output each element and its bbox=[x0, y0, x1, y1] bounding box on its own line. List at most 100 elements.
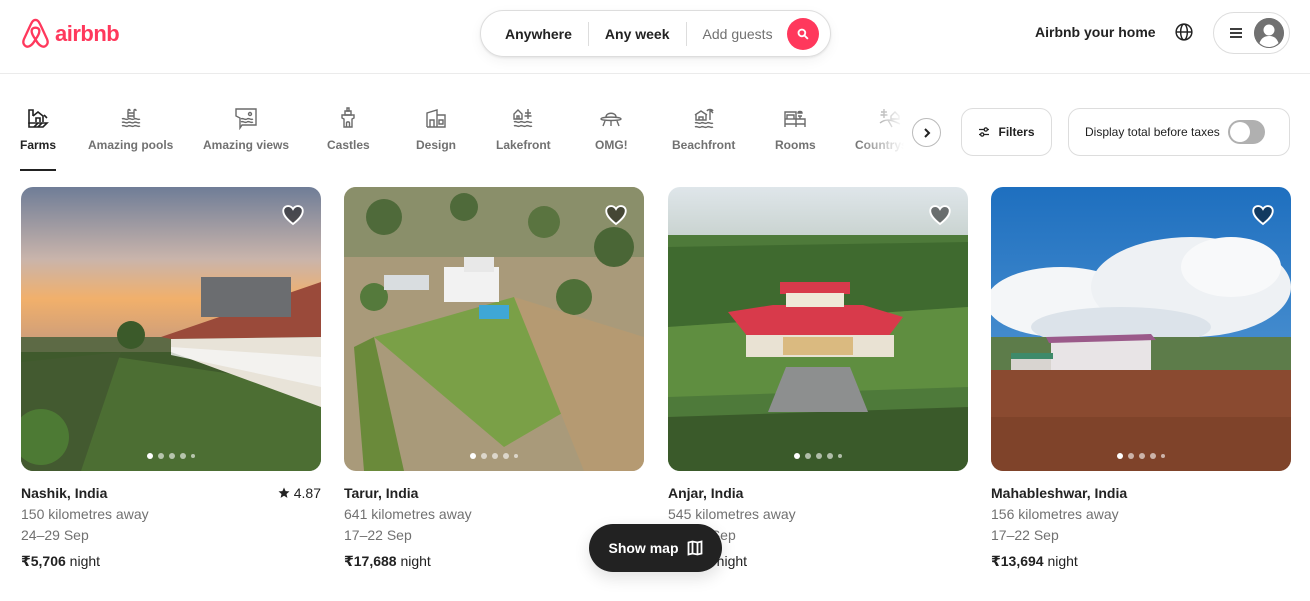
listing-photo-image bbox=[668, 187, 968, 471]
category-next-button[interactable] bbox=[912, 118, 941, 147]
category-amazing-pools[interactable]: Amazing pools bbox=[88, 106, 173, 171]
category-label: Farms bbox=[20, 138, 57, 152]
category-lakefront[interactable]: Lakefront bbox=[496, 106, 551, 171]
filters-label: Filters bbox=[998, 125, 1035, 139]
wishlist-heart-icon[interactable] bbox=[1251, 203, 1275, 227]
listing-photo[interactable] bbox=[991, 187, 1291, 471]
top-header: airbnb Anywhere Any week Add guests Airb… bbox=[0, 0, 1310, 74]
category-label: Lakefront bbox=[496, 138, 551, 152]
category-farms[interactable]: Farms bbox=[20, 106, 57, 171]
listing-card[interactable]: Anjar, India 545 kilometres away 17–22 S… bbox=[668, 187, 968, 570]
user-avatar-icon bbox=[1254, 18, 1284, 48]
pagination-dot[interactable] bbox=[169, 453, 175, 459]
search-submit-button[interactable] bbox=[786, 17, 819, 50]
pagination-dot[interactable] bbox=[503, 453, 509, 459]
pagination-dot[interactable] bbox=[191, 454, 195, 458]
pagination-dot[interactable] bbox=[492, 453, 498, 459]
user-menu-button[interactable] bbox=[1213, 12, 1290, 54]
search-bar[interactable]: Anywhere Any week Add guests bbox=[480, 10, 831, 57]
pagination-dot[interactable] bbox=[158, 453, 164, 459]
price-amount: ₹13,694 bbox=[991, 553, 1044, 569]
listing-distance: 150 kilometres away bbox=[21, 506, 149, 522]
ufo-icon bbox=[599, 106, 623, 130]
listing-distance: 156 kilometres away bbox=[991, 506, 1119, 522]
listing-card[interactable]: Mahableshwar, India 156 kilometres away … bbox=[991, 187, 1291, 570]
host-your-home-link[interactable]: Airbnb your home bbox=[1035, 24, 1156, 40]
pagination-dot[interactable] bbox=[147, 453, 153, 459]
listing-dates: 17–22 Sep bbox=[991, 527, 1059, 543]
category-label: Rooms bbox=[775, 138, 816, 152]
category-label: Amazing pools bbox=[88, 138, 174, 152]
category-bar: Farms Amazing pools Amazing views Castle… bbox=[0, 96, 945, 176]
listing-card[interactable]: Tarur, India 641 kilometres away 17–22 S… bbox=[344, 187, 644, 570]
pagination-dot[interactable] bbox=[805, 453, 811, 459]
pagination-dot[interactable] bbox=[514, 454, 518, 458]
listing-card[interactable]: Nashik, India 4.87 150 kilometres away 2… bbox=[21, 187, 321, 570]
rooms-icon bbox=[783, 106, 807, 130]
search-where-button[interactable]: Anywhere bbox=[481, 26, 588, 42]
pagination-dot[interactable] bbox=[470, 453, 476, 459]
pagination-dot[interactable] bbox=[1117, 453, 1123, 459]
search-guests-button[interactable]: Add guests bbox=[687, 26, 783, 42]
listing-photo[interactable] bbox=[344, 187, 644, 471]
listing-photo[interactable] bbox=[668, 187, 968, 471]
listing-photo-image bbox=[21, 187, 321, 471]
listing-distance: 641 kilometres away bbox=[344, 506, 472, 522]
wishlist-heart-icon[interactable] bbox=[928, 203, 952, 227]
pagination-dot[interactable] bbox=[794, 453, 800, 459]
airbnb-logo[interactable]: airbnb bbox=[20, 17, 120, 50]
category-amazing-views[interactable]: Amazing views bbox=[203, 106, 289, 171]
display-total-toggle-container: Display total before taxes bbox=[1068, 108, 1290, 156]
listing-title: Anjar, India bbox=[668, 485, 744, 501]
category-castles[interactable]: Castles bbox=[327, 106, 370, 171]
listing-title: Nashik, India bbox=[21, 485, 108, 501]
show-map-button[interactable]: Show map bbox=[589, 524, 722, 572]
listing-distance: 545 kilometres away bbox=[668, 506, 796, 522]
pagination-dot[interactable] bbox=[816, 453, 822, 459]
pagination-dot[interactable] bbox=[1161, 454, 1165, 458]
listing-title: Mahableshwar, India bbox=[991, 485, 1128, 501]
photo-pagination-dots bbox=[1117, 453, 1165, 459]
price-amount: ₹17,688 bbox=[344, 553, 397, 569]
listing-rating: 4.87 bbox=[278, 485, 321, 501]
display-total-label: Display total before taxes bbox=[1085, 125, 1220, 139]
pagination-dot[interactable] bbox=[827, 453, 833, 459]
category-rooms[interactable]: Rooms bbox=[775, 106, 816, 171]
castle-icon bbox=[336, 106, 360, 130]
photo-pagination-dots bbox=[794, 453, 842, 459]
pagination-dot[interactable] bbox=[1150, 453, 1156, 459]
category-omg[interactable]: OMG! bbox=[595, 106, 628, 171]
listing-price: ₹5,706 night bbox=[21, 553, 321, 570]
search-when-button[interactable]: Any week bbox=[589, 26, 686, 42]
show-map-label: Show map bbox=[608, 540, 679, 556]
pagination-dot[interactable] bbox=[180, 453, 186, 459]
filters-button[interactable]: Filters bbox=[961, 108, 1052, 156]
listing-photo-image bbox=[344, 187, 644, 471]
sliders-icon bbox=[979, 127, 990, 137]
display-total-toggle[interactable] bbox=[1227, 120, 1265, 144]
countryside-icon bbox=[878, 106, 902, 130]
globe-icon[interactable] bbox=[1175, 23, 1193, 41]
price-amount: ₹5,706 bbox=[21, 553, 66, 569]
pagination-dot[interactable] bbox=[1128, 453, 1134, 459]
category-design[interactable]: Design bbox=[416, 106, 456, 171]
pagination-dot[interactable] bbox=[1139, 453, 1145, 459]
chevron-right-icon bbox=[923, 127, 930, 138]
airbnb-belo-icon bbox=[22, 18, 49, 48]
price-unit: night bbox=[716, 553, 748, 569]
price-unit: night bbox=[400, 553, 431, 569]
listing-photo[interactable] bbox=[21, 187, 321, 471]
listing-photo-image bbox=[991, 187, 1291, 471]
pagination-dot[interactable] bbox=[481, 453, 487, 459]
listing-title: Tarur, India bbox=[344, 485, 419, 501]
star-icon bbox=[278, 487, 290, 498]
wishlist-heart-icon[interactable] bbox=[281, 203, 305, 227]
category-beachfront[interactable]: Beachfront bbox=[672, 106, 735, 171]
pagination-dot[interactable] bbox=[838, 454, 842, 458]
photo-pagination-dots bbox=[470, 453, 518, 459]
lakefront-icon bbox=[511, 106, 535, 130]
toggle-knob bbox=[1229, 122, 1250, 142]
category-label: Amazing views bbox=[203, 138, 290, 152]
wishlist-heart-icon[interactable] bbox=[604, 203, 628, 227]
hamburger-menu-icon bbox=[1230, 28, 1242, 38]
